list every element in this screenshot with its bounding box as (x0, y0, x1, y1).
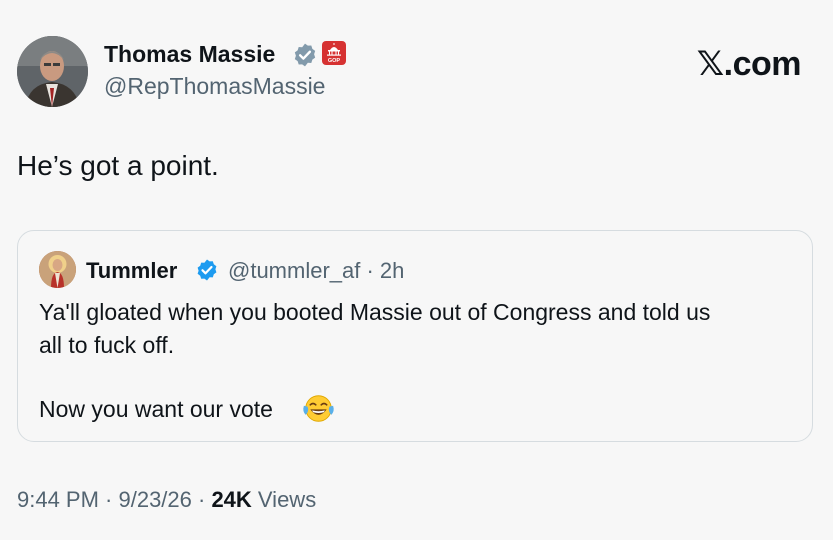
verified-badge-icon (294, 43, 316, 67)
author-photo (17, 36, 88, 107)
author-avatar[interactable] (17, 36, 88, 107)
timestamp[interactable]: 9:44 PM · 9/23/26 · (17, 487, 211, 512)
quoted-tweet-card[interactable]: Tummler @tummler_af · 2h Ya'll gloated w… (17, 230, 813, 442)
tweet-text: He’s got a point. (17, 150, 219, 181)
gop-badge-text: GOP (328, 58, 341, 64)
quoted-text-line-2: all to fuck off. (39, 332, 175, 358)
quoted-time: · 2h (360, 258, 405, 283)
quoted-text-line-3: Now you want our vote (39, 396, 273, 422)
face-with-tears-of-joy-icon (303, 395, 334, 422)
quoted-avatar-image (39, 251, 76, 288)
quoted-author-name[interactable]: Tummler (86, 258, 177, 284)
author-name[interactable]: Thomas Massie (104, 41, 275, 68)
views-count: 24K (211, 487, 252, 512)
views-label: Views (251, 487, 317, 512)
tweet-meta: 9:44 PM · 9/23/26 · 24K Views (17, 487, 316, 513)
capitol-graphic: GOP (327, 43, 341, 64)
x-brand-logo: 𝕏.com (696, 45, 802, 83)
capitol-gop-icon: GOP (322, 41, 346, 65)
quoted-verified-badge-icon (197, 259, 217, 281)
quoted-handle[interactable]: @tummler_af (228, 258, 360, 283)
quoted-handle-time[interactable]: @tummler_af · 2h (228, 258, 404, 284)
quoted-author-avatar[interactable] (39, 251, 76, 288)
author-handle[interactable]: @RepThomasMassie (104, 73, 325, 100)
quoted-text-line-1: Ya'll gloated when you booted Massie out… (39, 299, 711, 325)
